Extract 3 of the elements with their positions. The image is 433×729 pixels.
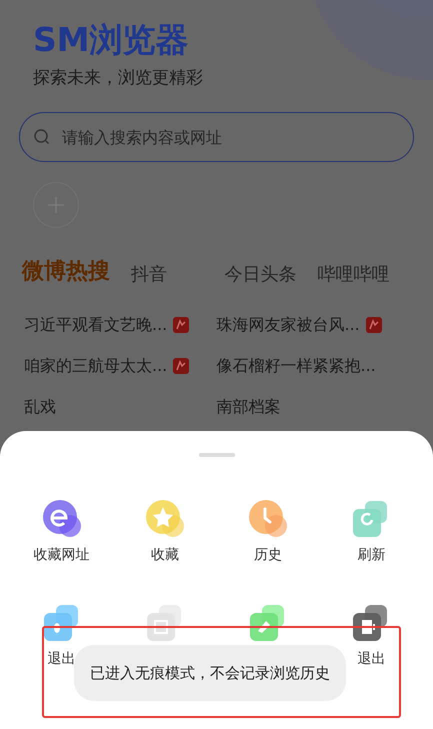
slogan: 探索未来，浏览更精彩 [33, 67, 204, 90]
app-title: SM浏览器 [33, 19, 190, 61]
toast: 已进入无痕模式，不会记录浏览历史 [74, 645, 346, 701]
